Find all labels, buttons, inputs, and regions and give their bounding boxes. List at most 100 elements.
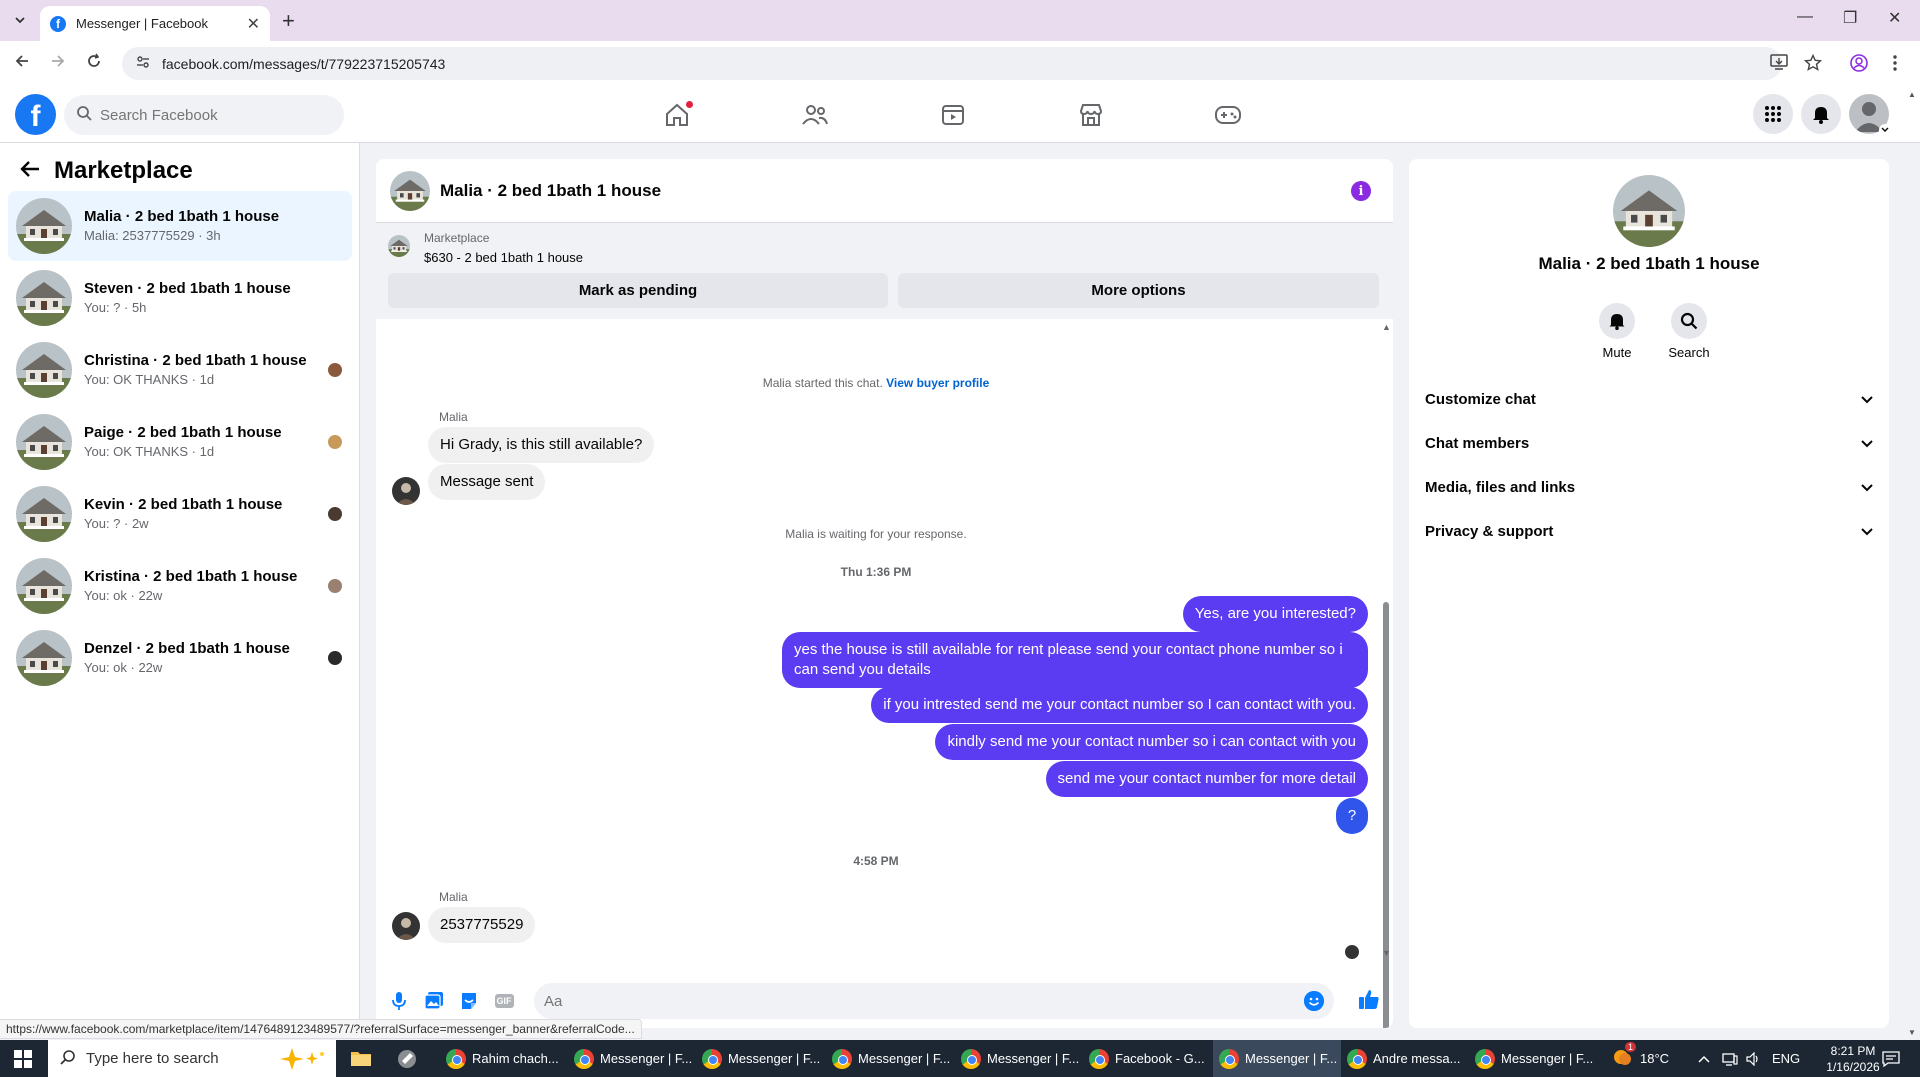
incoming-message[interactable]: Message sent xyxy=(428,464,546,500)
conversation-item[interactable]: Kristina · 2 bed 1bath 1 house You: ok ·… xyxy=(8,551,352,621)
sender-avatar[interactable] xyxy=(392,477,420,505)
notification-center-icon[interactable] xyxy=(1882,1040,1900,1077)
outgoing-message[interactable]: ? xyxy=(1336,798,1368,834)
sticker-icon[interactable] xyxy=(458,990,480,1012)
new-tab-button[interactable]: + xyxy=(282,8,295,34)
facebook-logo-letter: f xyxy=(30,100,41,133)
like-thumbs-up-icon[interactable] xyxy=(1358,988,1380,1010)
taskbar-app[interactable]: Messenger | F... xyxy=(826,1040,954,1077)
conversation-item[interactable]: Paige · 2 bed 1bath 1 house You: OK THAN… xyxy=(8,407,352,477)
notifications-bell-icon[interactable] xyxy=(1801,94,1841,134)
facebook-logo[interactable]: f xyxy=(15,94,56,135)
conversation-info-icon[interactable]: i xyxy=(1351,181,1371,201)
mute-button[interactable]: Mute xyxy=(1587,303,1647,360)
chat-members-section[interactable]: Chat members xyxy=(1425,423,1873,463)
bookmark-star-icon[interactable] xyxy=(1803,53,1823,77)
chat-avatar[interactable] xyxy=(390,171,430,211)
message-input-box[interactable] xyxy=(534,983,1334,1019)
back-arrow-icon[interactable] xyxy=(20,157,40,185)
show-hidden-icons-chevron-icon[interactable] xyxy=(1698,1040,1710,1077)
file-explorer-icon[interactable] xyxy=(350,1048,372,1073)
incoming-message[interactable]: Hi Grady, is this still available? xyxy=(428,427,655,463)
scroll-thumb[interactable] xyxy=(1383,602,1389,1028)
facebook-search[interactable] xyxy=(64,95,344,135)
marketplace-icon[interactable] xyxy=(1076,100,1106,130)
address-bar[interactable]: facebook.com/messages/t/779223715205743 xyxy=(122,47,1782,80)
gaming-icon[interactable] xyxy=(1213,100,1243,130)
privacy-support-section[interactable]: Privacy & support xyxy=(1425,511,1873,551)
search-icon[interactable] xyxy=(1671,303,1707,339)
speaker-icon[interactable] xyxy=(1746,1040,1762,1077)
reload-icon[interactable] xyxy=(86,53,102,74)
taskbar-app[interactable]: Messenger | F... xyxy=(568,1040,696,1077)
close-window-button[interactable]: ✕ xyxy=(1888,8,1901,28)
browser-menu-icon[interactable] xyxy=(1892,54,1898,77)
outgoing-message[interactable]: send me your contact number for more det… xyxy=(1045,761,1368,797)
details-avatar[interactable] xyxy=(1613,175,1685,247)
system-clock[interactable]: 8:21 PM 1/16/2026 xyxy=(1815,1040,1891,1077)
scroll-up-arrow-icon[interactable]: ▲ xyxy=(1382,322,1391,332)
photo-icon[interactable] xyxy=(423,990,445,1012)
search-input[interactable] xyxy=(100,106,320,124)
taskbar-app[interactable]: Rahim chach... xyxy=(440,1040,568,1077)
browser-tab[interactable]: f Messenger | Facebook ✕ xyxy=(40,6,270,41)
taskbar-app[interactable]: Facebook - G... xyxy=(1083,1040,1211,1077)
customize-chat-section[interactable]: Customize chat xyxy=(1425,379,1873,419)
conversation-item[interactable]: Christina · 2 bed 1bath 1 house You: OK … xyxy=(8,335,352,405)
search-in-conversation-button[interactable]: Search xyxy=(1659,303,1719,360)
outgoing-message[interactable]: kindly send me your contact number so i … xyxy=(935,724,1368,760)
back-arrow-icon[interactable] xyxy=(14,53,30,74)
taskbar-app[interactable]: Messenger | F... xyxy=(696,1040,824,1077)
conversation-preview: You: ? · 2w xyxy=(84,516,149,531)
input-language[interactable]: ENG xyxy=(1772,1040,1800,1077)
search-icon xyxy=(76,105,92,126)
minimize-button[interactable]: — xyxy=(1797,8,1813,26)
emoji-icon[interactable] xyxy=(1304,991,1324,1011)
conversation-item[interactable]: Malia · 2 bed 1bath 1 house Malia: 25377… xyxy=(8,191,352,261)
listing-price[interactable]: $630 - 2 bed 1bath 1 house xyxy=(424,250,583,265)
menu-grid-icon[interactable] xyxy=(1753,94,1793,134)
outgoing-message[interactable]: if you intrested send me your contact nu… xyxy=(871,687,1368,723)
tab-list-chevron-icon[interactable] xyxy=(8,8,32,32)
windows-start-icon[interactable] xyxy=(14,1050,32,1073)
conversation-item[interactable]: Denzel · 2 bed 1bath 1 house You: ok · 2… xyxy=(8,623,352,693)
taskbar-app[interactable]: Messenger | F... xyxy=(955,1040,1083,1077)
chat-scrollbar[interactable]: ▲ ▼ xyxy=(1380,322,1392,1028)
taskbar-app[interactable]: Messenger | F... xyxy=(1469,1040,1597,1077)
video-icon[interactable] xyxy=(938,100,968,130)
outgoing-message[interactable]: Yes, are you interested? xyxy=(1182,596,1368,632)
message-input[interactable] xyxy=(544,992,1284,1010)
incoming-message[interactable]: 2537775529 xyxy=(428,907,536,943)
forward-arrow-icon[interactable] xyxy=(50,53,66,74)
more-options-button[interactable]: More options xyxy=(898,273,1379,308)
page-scroll-down-arrow-icon[interactable]: ▼ xyxy=(1908,1028,1916,1037)
friends-icon[interactable] xyxy=(800,100,830,130)
tab-close-icon[interactable]: ✕ xyxy=(247,14,260,34)
microphone-icon[interactable] xyxy=(388,990,410,1012)
outgoing-message[interactable]: yes the house is still available for ren… xyxy=(782,632,1368,688)
view-buyer-profile-link[interactable]: View buyer profile xyxy=(886,376,989,390)
taskbar-app-active[interactable]: Messenger | F... xyxy=(1213,1040,1341,1077)
conversation-item[interactable]: Kevin · 2 bed 1bath 1 house You: ? · 2w xyxy=(8,479,352,549)
network-icon[interactable] xyxy=(1722,1040,1738,1077)
taskbar-search[interactable]: Type here to search xyxy=(48,1040,336,1077)
scroll-down-arrow-icon[interactable]: ▼ xyxy=(1382,948,1391,958)
chat-title[interactable]: Malia · 2 bed 1bath 1 house xyxy=(440,181,661,201)
site-info-icon[interactable] xyxy=(136,55,150,72)
restore-button[interactable]: ❐ xyxy=(1843,8,1857,28)
taskbar-app[interactable]: Andre messa... xyxy=(1341,1040,1469,1077)
section-label: Chat members xyxy=(1425,434,1530,452)
weather-widget[interactable]: 1 18°C xyxy=(1612,1040,1669,1077)
sender-avatar[interactable] xyxy=(392,912,420,940)
mute-bell-icon[interactable] xyxy=(1599,303,1635,339)
page-scroll-up-arrow-icon[interactable]: ▲ xyxy=(1908,90,1916,99)
browser-profile-icon[interactable] xyxy=(1850,54,1868,77)
mark-as-pending-button[interactable]: Mark as pending xyxy=(388,273,888,308)
listing-thumbnail[interactable] xyxy=(388,235,410,257)
conversation-item[interactable]: Steven · 2 bed 1bath 1 house You: ? · 5h xyxy=(8,263,352,333)
sticky-app-icon[interactable] xyxy=(396,1048,418,1075)
install-app-icon[interactable] xyxy=(1770,54,1788,75)
account-chevron-icon[interactable] xyxy=(1879,124,1891,136)
gif-icon[interactable]: GIF xyxy=(493,990,515,1012)
media-files-links-section[interactable]: Media, files and links xyxy=(1425,467,1873,507)
